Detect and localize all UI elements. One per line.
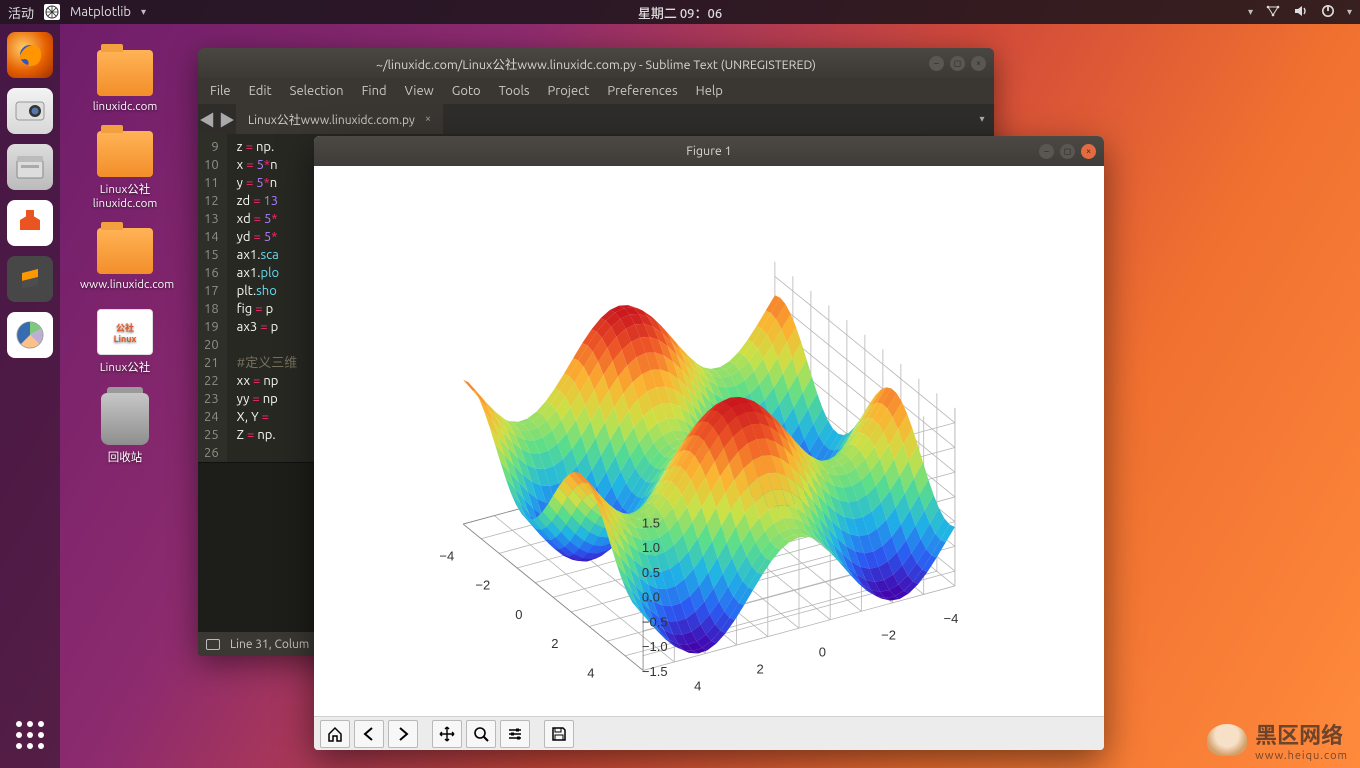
svg-text:−2: −2 [475, 578, 490, 593]
home-button[interactable] [320, 720, 350, 748]
svg-text:4: 4 [694, 678, 701, 693]
axes3d: −4 −2 0 2 4 −4 −2 0 2 4 −1.5 −1.0 −0.5 0.0 0.5 1.0 1.5 [404, 206, 1014, 696]
tab-label: Linux公社www.linuxidc.com.py [248, 111, 415, 128]
configure-button[interactable] [500, 720, 530, 748]
menu-help[interactable]: Help [696, 84, 723, 98]
sublime-tabrow: ◀ ▶ Linux公社www.linuxidc.com.py × ▾ [198, 104, 994, 134]
clock[interactable]: 星期二 09：06 [638, 3, 722, 22]
desktop-link[interactable]: 公社LinuxLinux公社 [80, 309, 170, 375]
editor-tab[interactable]: Linux公社www.linuxidc.com.py × [236, 104, 443, 134]
maximize-button[interactable]: ◻ [1060, 144, 1075, 159]
pan-button[interactable] [432, 720, 462, 748]
mpl-toolbar [314, 716, 1104, 750]
close-button[interactable]: × [971, 56, 986, 71]
tab-overflow-icon[interactable]: ▾ [970, 104, 994, 134]
svg-text:−0.5: −0.5 [642, 614, 668, 629]
svg-text:2: 2 [756, 662, 763, 677]
shotwell-launcher[interactable] [7, 88, 53, 134]
back-button[interactable] [354, 720, 384, 748]
svg-text:−1.5: −1.5 [642, 664, 668, 679]
svg-text:1.5: 1.5 [642, 515, 660, 530]
status-line-col: Line 31, Colum [230, 638, 309, 651]
launcher-dock [0, 24, 60, 768]
figure-title: Figure 1 [686, 144, 731, 158]
figure-canvas[interactable]: −4 −2 0 2 4 −4 −2 0 2 4 −1.5 −1.0 −0.5 0.0 0.5 1.0 1.5 [314, 166, 1104, 716]
desktop-icons: linuxidc.com Linux公社linuxidc.com www.lin… [80, 50, 190, 483]
power-icon[interactable] [1321, 4, 1335, 21]
desktop-icon-label: 回收站 [80, 449, 170, 465]
zoom-button[interactable] [466, 720, 496, 748]
svg-text:2: 2 [551, 636, 558, 651]
chevron-down-icon: ▾ [141, 6, 146, 18]
desktop-icon-label: www.linuxidc.com [80, 278, 170, 291]
svg-text:0.5: 0.5 [642, 565, 660, 580]
watermark-sub: www.heiqu.com [1255, 750, 1348, 762]
svg-text:0: 0 [819, 645, 826, 660]
files-launcher[interactable] [7, 144, 53, 190]
desktop-folder[interactable]: www.linuxidc.com [80, 228, 170, 291]
svg-text:−4: −4 [439, 548, 454, 563]
line-gutter: 910111213141516171819202122232425262728 [198, 134, 227, 462]
figure-window: Figure 1 – ◻ × −4 −2 0 2 4 −4 −2 0 2 4 −1.5 −1.0 −0.… [314, 136, 1104, 750]
matplotlib-launcher[interactable] [7, 312, 53, 358]
forward-button[interactable] [388, 720, 418, 748]
desktop-icon-label: Linux公社linuxidc.com [80, 181, 170, 210]
sublime-title: ~/linuxidc.com/Linux公社www.linuxidc.com.p… [376, 54, 816, 73]
save-button[interactable] [544, 720, 574, 748]
figure-titlebar[interactable]: Figure 1 – ◻ × [314, 136, 1104, 166]
firefox-launcher[interactable] [7, 32, 53, 78]
menu-goto[interactable]: Goto [452, 84, 481, 98]
menu-project[interactable]: Project [548, 84, 590, 98]
activities-button[interactable]: 活动 [8, 3, 34, 22]
panel-switcher-icon[interactable] [206, 639, 220, 650]
svg-text:0.0: 0.0 [642, 590, 660, 605]
page-watermark: 黑区网络 www.heiqu.com [1207, 718, 1348, 762]
minimize-button[interactable]: – [1039, 144, 1054, 159]
input-source-indicator[interactable]: ▾ [1248, 6, 1253, 18]
desktop-folder[interactable]: linuxidc.com [80, 50, 170, 113]
menu-find[interactable]: Find [362, 84, 387, 98]
sublime-titlebar[interactable]: ~/linuxidc.com/Linux公社www.linuxidc.com.p… [198, 48, 994, 78]
tab-history-arrows[interactable]: ◀ ▶ [198, 104, 236, 134]
top-panel: 活动 Matplotlib ▾ 星期二 09：06 ▾ ▾ [0, 0, 1360, 24]
svg-text:−1.0: −1.0 [642, 639, 668, 654]
desktop-folder[interactable]: Linux公社linuxidc.com [80, 131, 170, 210]
volume-icon[interactable] [1293, 4, 1309, 21]
svg-text:1.0: 1.0 [642, 540, 660, 555]
system-menu-chevron[interactable]: ▾ [1347, 6, 1352, 18]
minimize-button[interactable]: – [929, 56, 944, 71]
menu-edit[interactable]: Edit [249, 84, 272, 98]
code-content[interactable]: z = np.x = 5*ny = 5*nzd = 13xd = 5*yd = … [227, 134, 298, 462]
software-launcher[interactable] [7, 200, 53, 246]
close-button[interactable]: × [1081, 144, 1096, 159]
sublime-launcher[interactable] [7, 256, 53, 302]
mushroom-icon [1207, 724, 1247, 756]
matplotlib-icon [44, 4, 60, 20]
watermark-main: 黑区网络 [1255, 723, 1343, 748]
network-icon[interactable] [1265, 4, 1281, 21]
maximize-button[interactable]: ◻ [950, 56, 965, 71]
menu-selection[interactable]: Selection [290, 84, 344, 98]
menu-file[interactable]: File [210, 84, 231, 98]
desktop-trash[interactable]: 回收站 [80, 393, 170, 465]
app-menu-name[interactable]: Matplotlib [70, 5, 131, 19]
show-apps-button[interactable] [7, 712, 53, 758]
svg-text:−2: −2 [881, 628, 896, 643]
desktop-icon-label: linuxidc.com [80, 100, 170, 113]
svg-text:4: 4 [587, 665, 594, 680]
menu-view[interactable]: View [405, 84, 434, 98]
menu-preferences[interactable]: Preferences [607, 84, 677, 98]
svg-text:−4: −4 [944, 611, 959, 626]
svg-text:0: 0 [515, 607, 522, 622]
menu-tools[interactable]: Tools [499, 84, 530, 98]
sublime-menubar: File Edit Selection Find View Goto Tools… [198, 78, 994, 104]
desktop-icon-label: Linux公社 [80, 359, 170, 375]
tab-close-icon[interactable]: × [425, 113, 431, 125]
